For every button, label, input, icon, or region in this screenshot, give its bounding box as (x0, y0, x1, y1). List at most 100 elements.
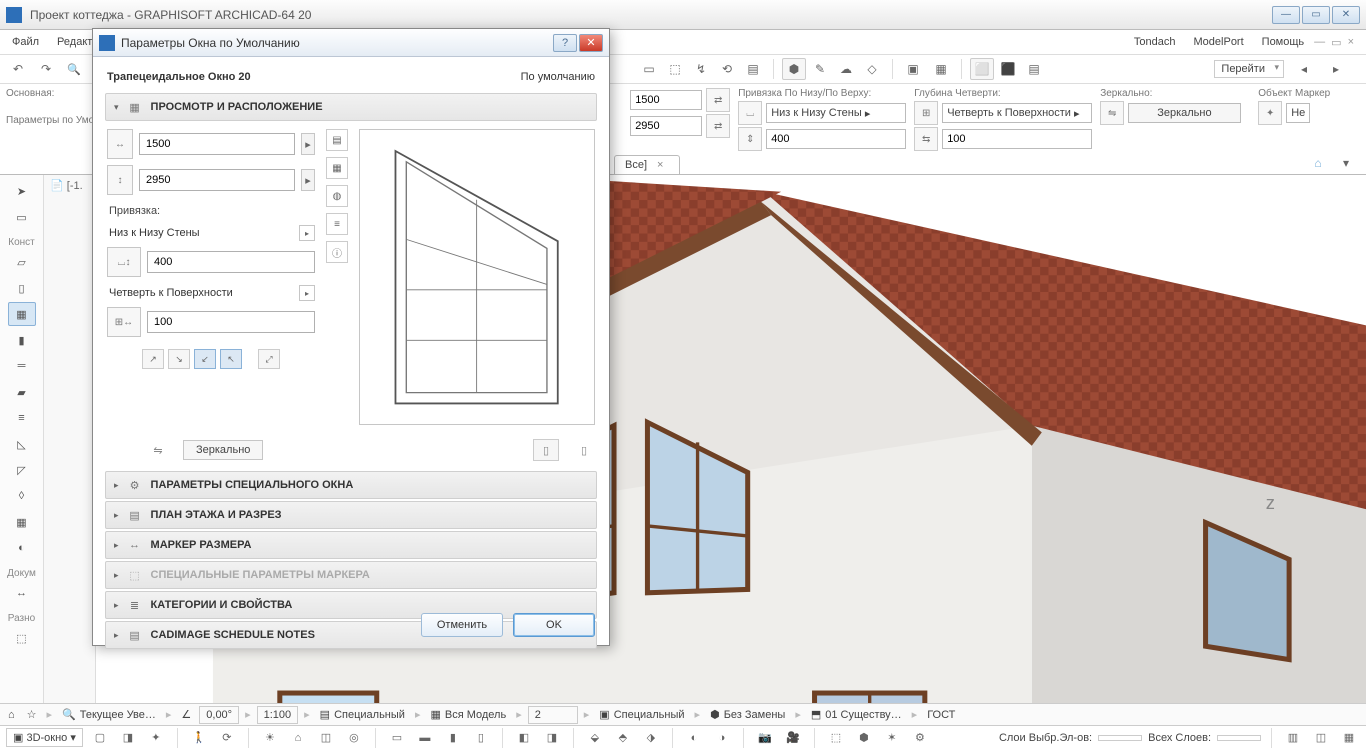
vb-3[interactable]: ▮ (442, 728, 464, 748)
quarter-dropdown[interactable]: Четверть к Поверхности ▸ (942, 103, 1092, 123)
mirror-button[interactable]: Зеркально (1128, 103, 1240, 123)
sb-i3[interactable]: 2 (528, 706, 578, 724)
curtain-tool[interactable]: ▦ (8, 510, 36, 534)
ok-button[interactable]: OK (513, 613, 595, 637)
vb-a[interactable]: ▢ (89, 728, 111, 748)
vb-9[interactable]: ⬗ (640, 728, 662, 748)
view3d-c[interactable]: ▤ (1022, 58, 1046, 80)
menu-tondach[interactable]: Tondach (1126, 33, 1184, 51)
preview-mode-2[interactable]: ▦ (326, 157, 348, 179)
close-button[interactable]: ✕ (1332, 6, 1360, 24)
ctx-link-icon[interactable]: ⇄ (706, 88, 730, 112)
maximize-button[interactable]: ▭ (1302, 6, 1330, 24)
flip-tog-3[interactable]: ↙ (194, 349, 216, 369)
layers-sel-dd[interactable] (1098, 735, 1142, 741)
tool-x1[interactable]: ▣ (901, 58, 925, 80)
minimize-button[interactable]: — (1272, 6, 1300, 24)
sb-i5[interactable]: ⬢ Без Замены (706, 706, 789, 724)
vb-end2[interactable]: ◫ (1310, 728, 1332, 748)
view3d-a[interactable]: ⬜ (970, 58, 994, 80)
misc-tool[interactable]: ⬚ (8, 626, 36, 650)
nav-next[interactable]: ▸ (1324, 58, 1348, 80)
section-special[interactable]: ⚙ПАРАМЕТРЫ СПЕЦИАЛЬНОГО ОКНА (105, 471, 597, 499)
tab-close-icon[interactable]: × (657, 159, 663, 171)
anchor-value-input[interactable] (766, 129, 906, 149)
morph-tool[interactable]: ◊ (8, 484, 36, 508)
dim-tool[interactable]: ↔ (8, 581, 36, 605)
sb-i1[interactable]: ▤ Специальный (316, 706, 409, 724)
object-tool[interactable]: ◐ (8, 536, 36, 560)
arrow-tool[interactable]: ➤ (8, 179, 36, 203)
beam-tool[interactable]: ═ (8, 354, 36, 378)
layers-all-dd[interactable] (1217, 735, 1261, 741)
sb-i7[interactable]: ГОСТ (923, 706, 959, 724)
vb-persp[interactable]: ⌂ (287, 728, 309, 748)
sb-i2[interactable]: ▦ Вся Модель (426, 706, 510, 724)
vb-shade2[interactable]: ◑ (711, 728, 733, 748)
dlg-height-input[interactable] (139, 169, 295, 191)
vb-8[interactable]: ⬘ (612, 728, 634, 748)
vb-4[interactable]: ▯ (470, 728, 492, 748)
vb-shade1[interactable]: ◐ (683, 728, 705, 748)
sb-i4[interactable]: ▣ Специальный (595, 706, 688, 724)
vb-7[interactable]: ⬙ (584, 728, 606, 748)
navigate-dropdown[interactable]: Перейти (1214, 60, 1284, 78)
doc-close-icon[interactable]: × (1348, 36, 1354, 49)
preview-mode-1[interactable]: ▤ (326, 129, 348, 151)
doc-min-icon[interactable]: — (1314, 36, 1325, 49)
shell-tool[interactable]: ◸ (8, 458, 36, 482)
menu-help[interactable]: Помощь (1254, 33, 1313, 51)
vb-end3[interactable]: ▦ (1338, 728, 1360, 748)
dlg-quarter-input[interactable] (147, 311, 315, 333)
vb-6[interactable]: ◨ (541, 728, 563, 748)
height-stepper[interactable]: ▸ (301, 169, 315, 191)
vb-misc1[interactable]: ⬚ (825, 728, 847, 748)
tool-c[interactable]: ↯ (689, 58, 713, 80)
tool-grp1-d[interactable]: ◇ (860, 58, 884, 80)
preview-mode-4[interactable]: ≡ (326, 213, 348, 235)
vb-end1[interactable]: ▥ (1282, 728, 1304, 748)
vb-cam2[interactable]: 📷 (754, 728, 776, 748)
slab-tool[interactable]: ▰ (8, 380, 36, 404)
column-tool[interactable]: ▮ (8, 328, 36, 352)
tool-grp1-a[interactable]: ⬢ (782, 58, 806, 80)
opening-dir-2[interactable]: ▯ (571, 439, 597, 461)
ctx-height-input[interactable] (630, 116, 702, 136)
view3d-b[interactable]: ⬛ (996, 58, 1020, 80)
tool-d[interactable]: ⟲ (715, 58, 739, 80)
vb-1[interactable]: ▭ (386, 728, 408, 748)
flip-tog-2[interactable]: ↘ (168, 349, 190, 369)
section-plan[interactable]: ▤ПЛАН ЭТАЖА И РАЗРЕЗ (105, 501, 597, 529)
tool-e[interactable]: ▤ (741, 58, 765, 80)
view-3d-dd[interactable]: ▣ 3D-окно ▾ (6, 728, 83, 747)
tab-3d[interactable]: Все] × (614, 155, 680, 174)
sb-zoom-icon[interactable]: 🔍 Текущее Уве… (58, 706, 160, 724)
wall-tool[interactable]: ▱ (8, 250, 36, 274)
dlg-mirror-button[interactable]: Зеркально (183, 440, 263, 460)
tool-b[interactable]: ⬚ (663, 58, 687, 80)
opening-dir-1[interactable]: ▯ (533, 439, 559, 461)
sb-favorites-icon[interactable]: ☆ (23, 706, 41, 724)
vb-cam3[interactable]: 🎥 (782, 728, 804, 748)
anchor-dd-arrow[interactable]: ▸ (299, 225, 315, 241)
menu-file[interactable]: Файл (4, 33, 47, 51)
sb-angle-icon[interactable]: ∠ (177, 706, 195, 724)
width-stepper[interactable]: ▸ (301, 133, 315, 155)
undo-button[interactable]: ↶ (6, 58, 30, 80)
quarter-value-input[interactable] (942, 129, 1092, 149)
sb-home-icon[interactable]: ⌂ (4, 706, 19, 724)
vb-sun[interactable]: ☀ (259, 728, 281, 748)
dialog-close-button[interactable]: ✕ (579, 34, 603, 52)
door-tool[interactable]: ▯ (8, 276, 36, 300)
default-link[interactable]: По умолчанию (521, 71, 595, 83)
marker-dropdown[interactable]: Не (1286, 103, 1310, 123)
vb-misc2[interactable]: ⬢ (853, 728, 875, 748)
ctx-link2-icon[interactable]: ⇄ (706, 114, 730, 138)
stair-tool[interactable]: ≡ (8, 406, 36, 430)
preview-mode-3[interactable]: ◍ (326, 185, 348, 207)
dialog-help-button[interactable]: ? (553, 34, 577, 52)
vb-walk[interactable]: 🚶 (188, 728, 210, 748)
preview-mode-5[interactable]: ⓘ (326, 241, 348, 263)
vb-misc3[interactable]: ✶ (881, 728, 903, 748)
vb-b[interactable]: ◨ (117, 728, 139, 748)
